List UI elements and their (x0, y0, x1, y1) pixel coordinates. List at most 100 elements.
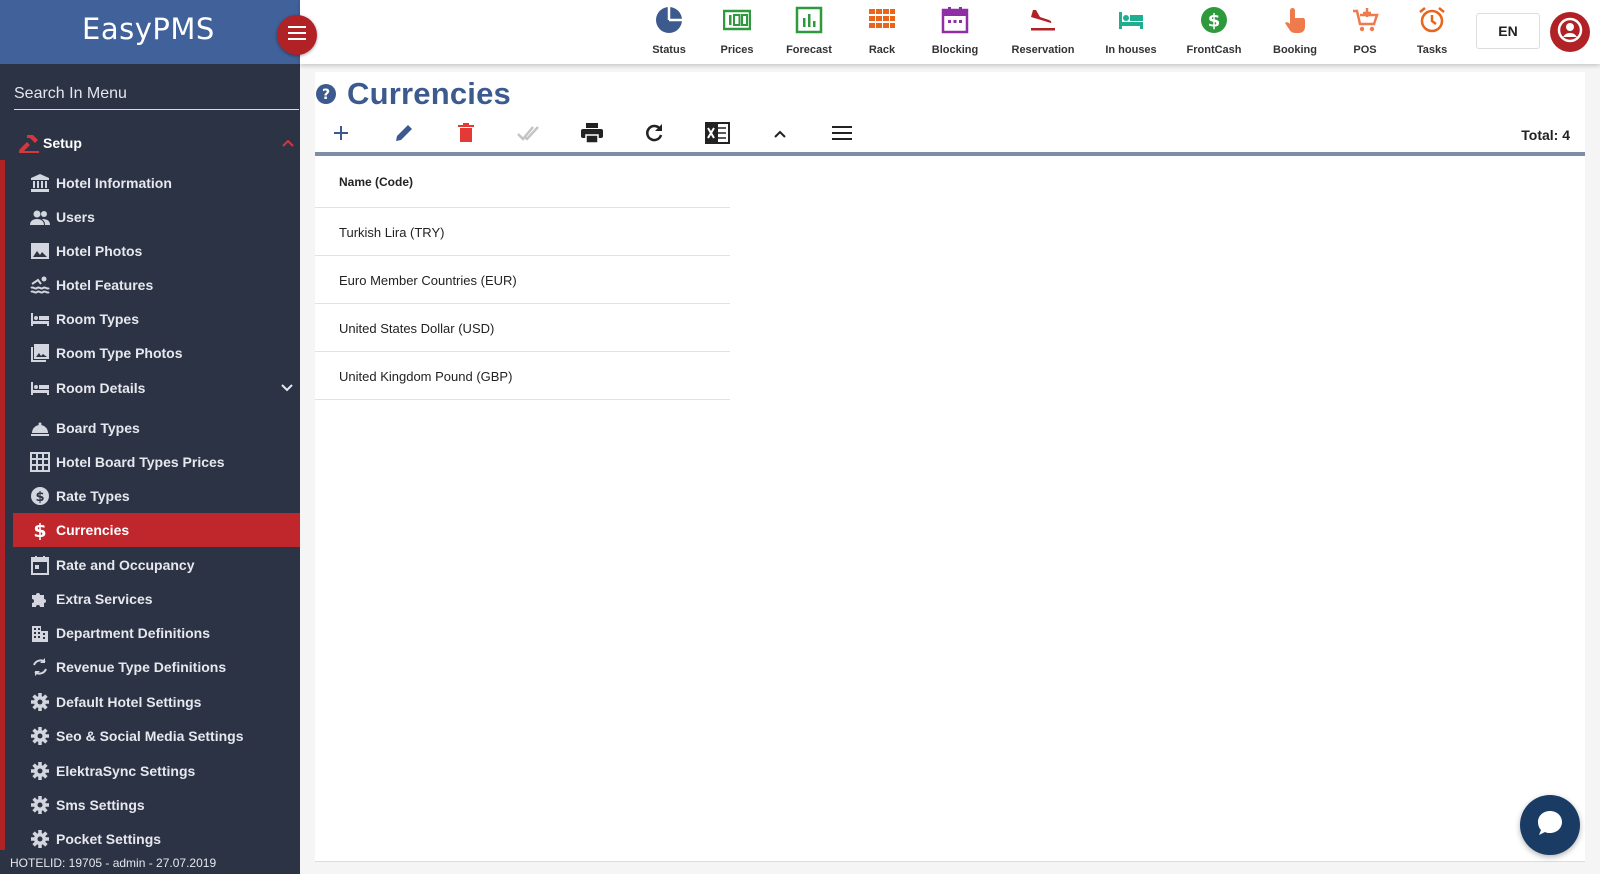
table-row[interactable]: Euro Member Countries (EUR) (315, 256, 730, 304)
help-icon[interactable]: ? (315, 83, 337, 110)
nav-forecast[interactable]: Forecast (769, 0, 849, 64)
language-selector[interactable]: EN (1476, 13, 1540, 49)
menu-toggle-button[interactable] (277, 15, 317, 55)
chat-bubble-icon (1535, 808, 1565, 843)
nav-rack[interactable]: Rack (842, 0, 922, 64)
sidebar-item-label: Department Definitions (56, 625, 211, 641)
sidebar-item-label: Hotel Board Types Prices (56, 454, 225, 470)
calendar-icon (30, 555, 50, 575)
calendar-icon (941, 6, 969, 34)
sync-icon (30, 657, 50, 677)
nav-frontcash[interactable]: $ FrontCash (1174, 0, 1254, 64)
sidebar-item-label: Room Type Photos (56, 345, 183, 361)
sidebar-item-label: Default Hotel Settings (56, 694, 202, 710)
brand-logo[interactable]: EasyPMS (82, 12, 215, 46)
nav-reservation[interactable]: Reservation (1003, 0, 1083, 64)
sidebar-item-revenue-type-definitions[interactable]: Revenue Type Definitions (13, 650, 300, 684)
bed-icon (30, 378, 50, 398)
chevron-down-icon[interactable] (280, 381, 294, 400)
pencil-icon (394, 123, 414, 148)
sidebar-item-department-definitions[interactable]: Department Definitions (13, 616, 300, 650)
sidebar-item-users[interactable]: Users (13, 200, 300, 234)
plane-landing-icon (1029, 6, 1057, 34)
column-header-name[interactable]: Name (Code) (315, 156, 730, 208)
sidebar-item-label: Room Details (56, 380, 146, 396)
hotel-bed-icon (1117, 6, 1145, 34)
sidebar-item-currencies[interactable]: $ Currencies (13, 513, 300, 547)
sidebar-item-board-types[interactable]: Board Types (13, 411, 300, 445)
content-bottom-border (315, 861, 1585, 862)
sidebar-item-hotel-photos[interactable]: Hotel Photos (13, 234, 300, 268)
sidebar-item-label: Sms Settings (56, 797, 145, 813)
users-icon (30, 207, 50, 227)
section-indicator (0, 160, 5, 850)
sidebar-item-room-types[interactable]: Room Types (13, 302, 300, 336)
pool-icon (30, 275, 50, 295)
sidebar-item-sms-settings[interactable]: Sms Settings (13, 788, 300, 822)
sidebar-item-default-hotel-settings[interactable]: Default Hotel Settings (13, 685, 300, 719)
nav-label: Reservation (1011, 44, 1075, 56)
table-row[interactable]: Turkish Lira (TRY) (315, 208, 730, 256)
sidebar-item-rate-types[interactable]: $ Rate Types (13, 479, 300, 513)
nav-label: In houses (1105, 44, 1157, 56)
trash-icon (457, 122, 475, 148)
sidebar-item-label: Hotel Features (56, 277, 154, 293)
bank-icon (30, 173, 50, 193)
grid-icon (30, 452, 50, 472)
hammer-icon (17, 131, 41, 160)
nav-blocking[interactable]: Blocking (915, 0, 995, 64)
sidebar-item-seo-social-media-settings[interactable]: Seo & Social Media Settings (13, 719, 300, 753)
delete-button[interactable] (449, 121, 483, 149)
collapse-button[interactable] (763, 121, 797, 149)
dollar-icon: $ (30, 520, 50, 542)
page-title: Currencies (347, 76, 511, 111)
chevron-up-icon[interactable] (281, 136, 295, 155)
nav-label: Booking (1273, 44, 1317, 56)
sidebar-item-label: Revenue Type Definitions (56, 659, 227, 675)
svg-text:$: $ (35, 490, 44, 505)
user-icon (1557, 17, 1583, 48)
menu-lines-icon (832, 125, 852, 145)
sidebar-item-room-details[interactable]: Room Details (13, 371, 300, 405)
chat-button[interactable] (1520, 795, 1580, 855)
sidebar-item-hotel-features[interactable]: Hotel Features (13, 268, 300, 302)
table-row[interactable]: United Kingdom Pound (GBP) (315, 352, 730, 400)
sidebar-section-setup[interactable]: Setup (0, 128, 300, 158)
money-icon (722, 6, 752, 34)
sidebar-item-rate-and-occupancy[interactable]: Rate and Occupancy (13, 548, 300, 582)
sidebar-item-label: Extra Services (56, 591, 153, 607)
sidebar-item-hotel-board-types-prices[interactable]: Hotel Board Types Prices (13, 445, 300, 479)
sidebar-item-label: ElektraSync Settings (56, 763, 196, 779)
cart-icon (1351, 6, 1379, 34)
nav-label: Blocking (931, 44, 979, 56)
sidebar-item-label: Currencies (56, 522, 130, 538)
gear-icon (30, 726, 50, 746)
nav-in-houses[interactable]: In houses (1091, 0, 1171, 64)
nav-tasks[interactable]: Tasks (1392, 0, 1472, 64)
approve-button[interactable] (512, 121, 546, 149)
columns-menu-button[interactable] (825, 121, 859, 149)
photos-icon (30, 343, 50, 363)
refresh-button[interactable] (637, 121, 671, 149)
nav-booking[interactable]: Booking (1255, 0, 1335, 64)
building-icon (30, 623, 50, 643)
menu-search-input[interactable] (14, 80, 299, 108)
svg-text:$: $ (1208, 11, 1221, 32)
sidebar-item-label: Users (56, 209, 95, 225)
main-content: ? Currencies Total: 4 Name (Code) Turkis… (315, 72, 1585, 862)
table-row[interactable]: United States Dollar (USD) (315, 304, 730, 352)
sidebar-item-hotel-information[interactable]: Hotel Information (13, 166, 300, 200)
gear-icon (30, 795, 50, 815)
edit-button[interactable] (387, 121, 421, 149)
sidebar-item-label: Room Types (56, 311, 139, 327)
add-button[interactable] (324, 121, 358, 149)
sidebar-item-extra-services[interactable]: Extra Services (13, 582, 300, 616)
svg-text:?: ? (322, 87, 330, 103)
sidebar-item-elektrasync-settings[interactable]: ElektraSync Settings (13, 754, 300, 788)
sidebar-item-label: Seo & Social Media Settings (56, 728, 244, 744)
export-excel-button[interactable] (700, 121, 734, 149)
sidebar-item-room-type-photos[interactable]: Room Type Photos (13, 336, 300, 370)
nav-prices[interactable]: Prices (697, 0, 777, 64)
user-menu-button[interactable] (1550, 12, 1590, 52)
print-button[interactable] (575, 121, 609, 149)
